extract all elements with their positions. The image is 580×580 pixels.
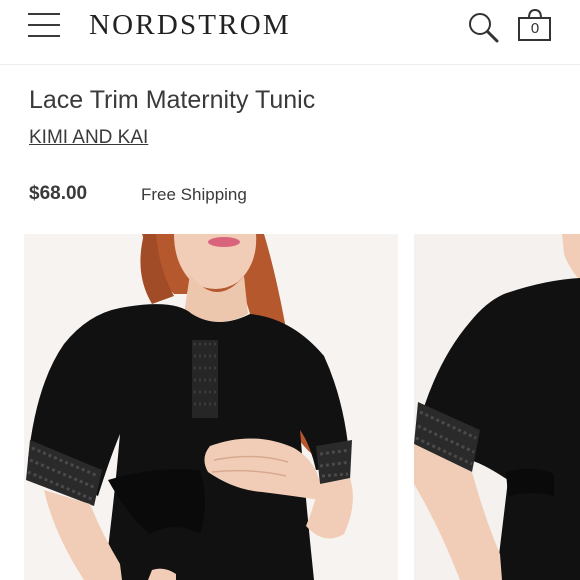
shipping-info: Free Shipping — [141, 185, 247, 204]
hamburger-menu-icon[interactable] — [28, 13, 62, 39]
product-photo-side[interactable] — [414, 234, 580, 580]
top-nav-bar: NORDSTROM 0 — [0, 0, 580, 65]
search-icon[interactable] — [466, 10, 502, 44]
nordstrom-logo[interactable]: NORDSTROM — [89, 8, 291, 42]
product-brand-link[interactable]: KIMI AND KAI — [29, 126, 148, 150]
product-price: $68.00 — [29, 183, 88, 204]
bag-item-count: 0 — [530, 20, 540, 37]
product-photo-front[interactable] — [24, 234, 398, 580]
product-title: Lace Trim Maternity Tunic — [29, 86, 316, 114]
product-image-carousel[interactable] — [0, 234, 580, 580]
shopping-bag-icon[interactable]: 0 — [516, 8, 554, 44]
